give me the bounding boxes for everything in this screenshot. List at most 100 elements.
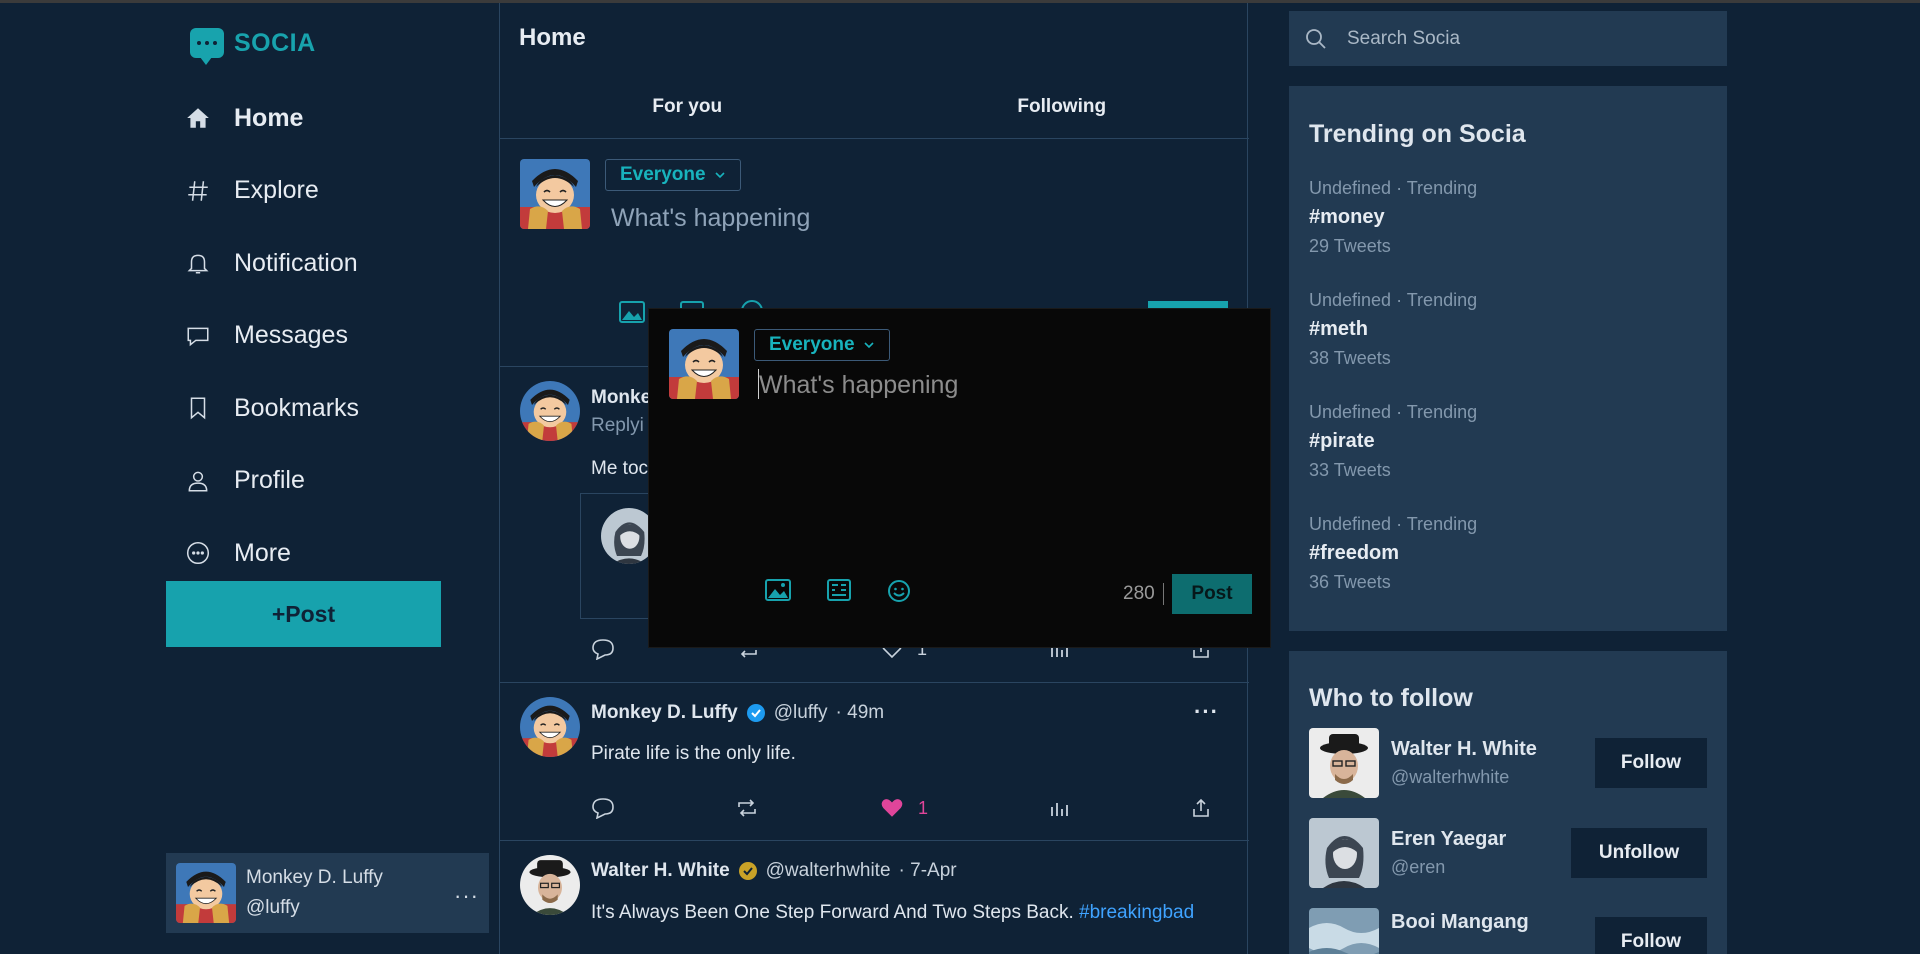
nav-label-profile: Profile xyxy=(234,466,305,495)
unfollow-button[interactable]: Unfollow xyxy=(1571,828,1707,878)
trend-item[interactable]: Undefined · Trending #freedom 36 Tweets xyxy=(1309,514,1477,593)
modal-avatar xyxy=(669,329,739,399)
tab-following[interactable]: Following xyxy=(875,75,1250,138)
trend-count: 33 Tweets xyxy=(1309,460,1391,480)
trending-panel: Trending on Socia Undefined · Trending #… xyxy=(1289,86,1727,631)
tweet-text: Me toc xyxy=(591,458,649,479)
nav-item-explore[interactable]: Explore xyxy=(184,155,484,228)
trend-tag: #meth xyxy=(1309,318,1368,340)
who-to-follow-title: Who to follow xyxy=(1309,684,1473,712)
trend-meta: Undefined · Trending xyxy=(1309,514,1478,534)
composer-input[interactable]: What's happening xyxy=(611,204,810,233)
suggestion-avatar[interactable] xyxy=(1309,818,1379,888)
tweet-body: It's Always Been One Step Forward And Tw… xyxy=(591,902,1074,923)
tweet-handle[interactable]: @walterhwhite xyxy=(766,860,891,882)
reply-info: Replyi xyxy=(591,415,644,436)
follow-button[interactable]: Follow xyxy=(1595,917,1707,954)
trend-meta: Undefined · Trending xyxy=(1309,290,1478,310)
composer-avatar xyxy=(520,159,590,229)
tweet-avatar xyxy=(520,697,580,757)
suggestion-name[interactable]: Booi Mangang xyxy=(1391,911,1529,934)
tweet-avatar xyxy=(520,855,580,915)
suggestion-name[interactable]: Eren Yaegar xyxy=(1391,828,1506,851)
tweet-more-icon[interactable]: ··· xyxy=(1194,699,1219,725)
char-counter: 280 xyxy=(1123,583,1164,605)
follow-suggestion: Eren Yaegar @eren Unfollow xyxy=(1309,817,1707,889)
trend-count: 29 Tweets xyxy=(1309,236,1391,256)
tweet-card[interactable]: Monkey D. Luffy @luffy · 49m ··· Pirate … xyxy=(500,683,1249,841)
page-title: Home xyxy=(519,24,586,51)
home-icon xyxy=(184,104,212,132)
stats-icon[interactable] xyxy=(1049,799,1069,817)
trend-tag: #freedom xyxy=(1309,542,1400,564)
nav-item-home[interactable]: Home xyxy=(184,82,484,155)
suggestion-avatar[interactable] xyxy=(1309,728,1379,798)
tweet-author[interactable]: Monkey D. Luffy xyxy=(591,702,738,724)
nav-item-messages[interactable]: Messages xyxy=(184,300,484,373)
like-filled-icon[interactable] xyxy=(880,797,904,819)
suggestion-avatar[interactable] xyxy=(1309,908,1379,954)
repost-icon[interactable] xyxy=(736,798,758,818)
modal-compose-input[interactable]: What's happening xyxy=(759,371,958,400)
image-icon[interactable] xyxy=(619,301,645,323)
current-user-card[interactable]: Monkey D. Luffy @luffy ··· xyxy=(166,853,489,933)
tweet-card[interactable]: Walter H. White @walterhwhite · 7-Apr It… xyxy=(500,841,1249,954)
nav-label-more: More xyxy=(234,538,291,567)
message-icon xyxy=(184,322,212,350)
main-nav: Home Explore Notification Messages Bookm… xyxy=(184,82,484,590)
app-name: SOCIA xyxy=(234,28,316,57)
current-user-handle: @luffy xyxy=(246,897,300,918)
suggestion-name[interactable]: Walter H. White xyxy=(1391,738,1537,761)
follow-button[interactable]: Follow xyxy=(1595,738,1707,788)
modal-audience-label: Everyone xyxy=(769,334,855,355)
modal-post-button[interactable]: Post xyxy=(1172,574,1252,614)
tab-for-you[interactable]: For you xyxy=(500,75,875,138)
emoji-icon[interactable] xyxy=(887,579,911,603)
trend-meta: Undefined · Trending xyxy=(1309,402,1478,422)
search-bar[interactable]: Search Socia xyxy=(1289,11,1727,66)
nav-item-bookmarks[interactable]: Bookmarks xyxy=(184,372,484,445)
image-icon[interactable] xyxy=(765,579,791,601)
current-user-name: Monkey D. Luffy xyxy=(246,867,383,888)
gif-icon[interactable] xyxy=(827,579,851,601)
nav-item-notification[interactable]: Notification xyxy=(184,227,484,300)
more-options-icon[interactable]: ··· xyxy=(454,883,479,909)
audience-dropdown[interactable]: Everyone xyxy=(605,159,741,191)
hashtag-link[interactable]: #breakingbad xyxy=(1079,902,1194,923)
reply-icon[interactable] xyxy=(591,797,615,819)
app-logo[interactable]: SOCIA xyxy=(190,28,316,65)
trend-count: 38 Tweets xyxy=(1309,348,1391,368)
tweet-author[interactable]: Walter H. White xyxy=(591,860,730,882)
modal-audience-dropdown[interactable]: Everyone xyxy=(754,329,890,361)
audience-label: Everyone xyxy=(620,164,706,185)
bookmark-icon xyxy=(184,394,212,422)
tweet-time: · 49m xyxy=(835,702,885,723)
trend-item[interactable]: Undefined · Trending #meth 38 Tweets xyxy=(1309,290,1477,369)
bell-icon xyxy=(184,249,212,277)
post-button[interactable]: +Post xyxy=(166,581,441,647)
hash-icon xyxy=(184,177,212,205)
suggestion-handle: @walterhwhite xyxy=(1391,767,1510,787)
tweet-time: · 7-Apr xyxy=(898,860,957,881)
trend-tag: #pirate xyxy=(1309,430,1375,452)
user-avatar xyxy=(176,863,236,923)
tweet-handle[interactable]: @luffy xyxy=(774,702,828,724)
search-input[interactable]: Search Socia xyxy=(1347,28,1460,50)
tweet-author[interactable]: Monke xyxy=(591,387,651,409)
follow-suggestion: Booi Mangang Follow xyxy=(1309,907,1707,954)
search-icon xyxy=(1306,28,1326,49)
chevron-down-icon xyxy=(863,342,874,349)
nav-label-explore: Explore xyxy=(234,176,319,205)
nav-label-notification: Notification xyxy=(234,248,358,277)
nav-label-messages: Messages xyxy=(234,321,348,350)
trend-item[interactable]: Undefined · Trending #money 29 Tweets xyxy=(1309,178,1477,257)
compose-modal: Everyone What's happening 280 Post xyxy=(648,308,1271,648)
follow-suggestion: Walter H. White @walterhwhite Follow xyxy=(1309,727,1707,799)
reply-icon[interactable] xyxy=(591,638,615,660)
nav-item-more[interactable]: More xyxy=(184,517,484,590)
feed-tabs: For you Following xyxy=(500,75,1249,139)
tweet-avatar xyxy=(520,381,580,441)
nav-item-profile[interactable]: Profile xyxy=(184,445,484,518)
trend-item[interactable]: Undefined · Trending #pirate 33 Tweets xyxy=(1309,402,1477,481)
share-icon[interactable] xyxy=(1191,798,1211,818)
